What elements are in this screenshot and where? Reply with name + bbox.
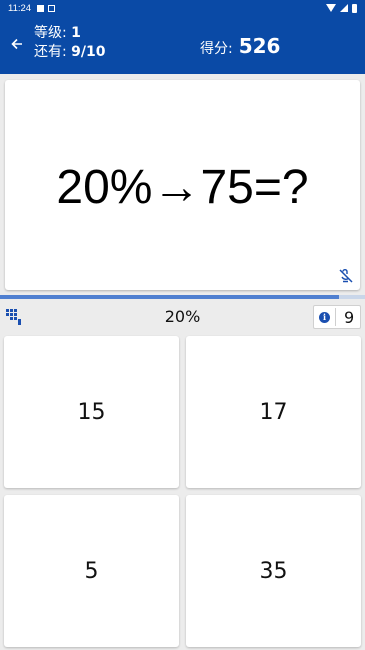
level-label: 等级: xyxy=(34,25,67,41)
question-text: 20%→75=? xyxy=(56,161,309,214)
info-row: 20% i 9 xyxy=(0,302,365,332)
notification-icon-2 xyxy=(48,4,56,12)
level-info: 等级: 1 还有: 9/10 xyxy=(34,24,106,62)
answer-button-2[interactable]: 17 xyxy=(186,336,361,488)
sound-off-icon xyxy=(339,268,353,283)
level-line: 等级: 1 xyxy=(34,24,106,43)
answer-button-1[interactable]: 15 xyxy=(4,336,179,488)
score-label: 得分: xyxy=(200,41,233,57)
remaining-count-box[interactable]: i 9 xyxy=(313,305,361,329)
sound-toggle[interactable] xyxy=(338,268,354,284)
remaining-value: 9/10 xyxy=(71,44,106,60)
question-card: 20%→75=? xyxy=(5,80,360,290)
divider xyxy=(335,308,336,326)
info-icon: i xyxy=(319,311,330,323)
hint-text: 20% xyxy=(164,307,201,326)
status-time: 11:24 xyxy=(8,2,32,14)
notification-icon xyxy=(37,4,45,12)
score: 得分: 526 xyxy=(200,34,280,58)
count-value: 9 xyxy=(344,307,355,327)
progress-bar xyxy=(0,295,365,299)
answer-button-3[interactable]: 5 xyxy=(4,495,179,647)
back-button[interactable] xyxy=(8,35,26,53)
status-bar: 11:24 xyxy=(0,0,365,16)
level-value: 1 xyxy=(71,25,81,41)
battery-icon xyxy=(352,3,357,13)
remaining-line: 还有: 9/10 xyxy=(34,43,106,62)
wifi-icon xyxy=(326,4,336,12)
arrow-back-icon xyxy=(11,38,22,50)
score-value: 526 xyxy=(238,34,281,58)
answer-button-4[interactable]: 35 xyxy=(186,495,361,647)
remaining-label: 还有: xyxy=(34,44,67,60)
app-header: 等级: 1 还有: 9/10 得分: 526 xyxy=(0,16,365,74)
progress-fill xyxy=(0,295,340,299)
signal-icon xyxy=(340,4,348,12)
